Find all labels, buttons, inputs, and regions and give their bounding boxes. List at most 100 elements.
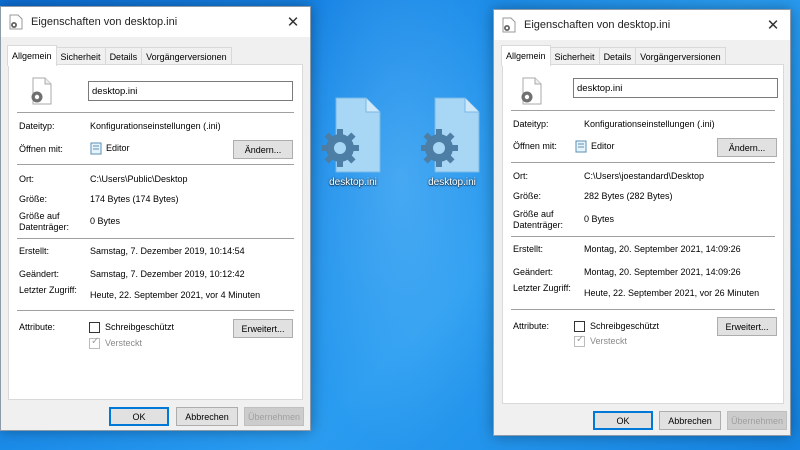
tab-bar: Allgemein Sicherheit Details Vorgängerve…: [7, 45, 232, 66]
aendern-button[interactable]: Ändern...: [233, 140, 293, 159]
properties-dialog-right: Eigenschaften von desktop.ini ✕ Allgemei…: [493, 9, 791, 436]
tab-allgemein[interactable]: Allgemein: [501, 45, 551, 66]
geaendert-label: Geändert:: [19, 269, 60, 279]
geaendert-label: Geändert:: [513, 267, 554, 277]
ok-button[interactable]: OK: [593, 411, 653, 430]
erstellt-label: Erstellt:: [513, 244, 544, 254]
row-erstellt: Erstellt: Montag, 20. September 2021, 14…: [513, 244, 741, 255]
oeffnen-label: Öffnen mit:: [19, 144, 63, 154]
ort-value: C:\Users\joestandard\Desktop: [584, 171, 705, 181]
row-geaendert: Geändert: Montag, 20. September 2021, 14…: [513, 267, 741, 278]
tab-details[interactable]: Details: [104, 47, 143, 65]
tab-vorgaengerversionen[interactable]: Vorgängerversionen: [141, 47, 232, 65]
properties-dialog-left: Eigenschaften von desktop.ini ✕ Allgemei…: [0, 6, 311, 431]
tab-details[interactable]: Details: [598, 47, 637, 65]
geaendert-value: Montag, 20. September 2021, 14:09:26: [584, 267, 741, 277]
close-icon[interactable]: ✕: [276, 7, 310, 37]
gear-file-icon: [322, 97, 381, 173]
editor-icon: [575, 140, 587, 153]
editor-icon: [90, 142, 102, 155]
row-ort: Ort: C:\Users\joestandard\Desktop: [513, 171, 704, 182]
general-tab-panel: desktop.ini Dateityp: Konfigurationseins…: [8, 64, 303, 400]
ok-button[interactable]: OK: [109, 407, 169, 426]
groesse-auf-value: 0 Bytes: [584, 214, 615, 224]
zugriff-label: Letzter Zugriff:: [19, 285, 77, 295]
oeffnen-label: Öffnen mit:: [513, 141, 557, 151]
abbrechen-button[interactable]: Abbrechen: [176, 407, 238, 426]
geaendert-value: Samstag, 7. Dezember 2019, 10:12:42: [90, 269, 245, 279]
gear-file-icon: [9, 14, 23, 30]
groesse-label: Größe:: [513, 191, 542, 201]
row-geaendert: Geändert: Samstag, 7. Dezember 2019, 10:…: [19, 269, 245, 280]
divider: [511, 162, 775, 163]
row-attribute: Attribute:: [513, 321, 575, 332]
row-ort: Ort: C:\Users\Public\Desktop: [19, 174, 188, 185]
groesse-value: 282 Bytes (282 Bytes): [584, 191, 673, 201]
dateityp-value: Konfigurationseinstellungen (.ini): [90, 121, 221, 131]
divider: [17, 112, 294, 113]
row-groesse: Größe: 282 Bytes (282 Bytes): [513, 191, 673, 202]
aendern-button[interactable]: Ändern...: [717, 138, 777, 157]
desktop-icon-label: desktop.ini: [329, 177, 377, 188]
ort-label: Ort:: [19, 174, 34, 184]
tab-sicherheit[interactable]: Sicherheit: [549, 47, 600, 65]
uebernehmen-button[interactable]: Übernehmen: [727, 411, 787, 430]
erstellt-label: Erstellt:: [19, 246, 50, 256]
desktop-icon-desktop-ini-2[interactable]: desktop.ini: [414, 96, 490, 196]
erstellt-value: Samstag, 7. Dezember 2019, 10:14:54: [90, 246, 245, 256]
general-tab-panel: desktop.ini Dateityp: Konfigurationseins…: [502, 64, 784, 404]
versteckt-label: Versteckt: [590, 336, 628, 346]
row-groesse: Größe: 174 Bytes (174 Bytes): [19, 194, 179, 205]
desktop-icon-desktop-ini-1[interactable]: desktop.ini: [315, 96, 391, 196]
dateityp-label: Dateityp:: [513, 119, 549, 129]
tab-vorgaengerversionen[interactable]: Vorgängerversionen: [635, 47, 726, 65]
row-letzter-zugriff: Letzter Zugriff: Heute, 22. September 20…: [19, 285, 260, 300]
attribute-label: Attribute:: [513, 321, 550, 331]
window-title: Eigenschaften von desktop.ini: [524, 19, 671, 31]
gear-file-icon: [521, 77, 542, 105]
title-bar[interactable]: Eigenschaften von desktop.ini ✕: [1, 7, 310, 37]
zugriff-value: Heute, 22. September 2021, vor 26 Minute…: [584, 288, 760, 298]
uebernehmen-button[interactable]: Übernehmen: [244, 407, 304, 426]
schreibgeschuetzt-checkbox[interactable]: [89, 322, 100, 333]
desktop-background: [280, 0, 520, 450]
versteckt-checkbox[interactable]: ✓: [574, 334, 585, 347]
row-groesse-auf-datentraeger: Größe auf Datenträger: 0 Bytes: [19, 211, 120, 233]
oeffnen-value: Editor: [106, 143, 130, 153]
groesse-auf-value: 0 Bytes: [90, 216, 121, 226]
groesse-value: 174 Bytes (174 Bytes): [90, 194, 179, 204]
desktop-icon-label: desktop.ini: [428, 177, 476, 188]
filename-input[interactable]: desktop.ini: [573, 78, 778, 98]
erstellt-value: Montag, 20. September 2021, 14:09:26: [584, 244, 741, 254]
close-icon[interactable]: ✕: [756, 10, 790, 40]
schreibgeschuetzt-checkbox[interactable]: [574, 321, 585, 332]
divider: [511, 110, 775, 111]
row-erstellt: Erstellt: Samstag, 7. Dezember 2019, 10:…: [19, 246, 245, 257]
row-dateityp: Dateityp: Konfigurationseinstellungen (.…: [513, 119, 715, 130]
schreibgeschuetzt-label: Schreibgeschützt: [590, 321, 660, 331]
versteckt-checkbox[interactable]: ✓: [89, 336, 100, 349]
abbrechen-button[interactable]: Abbrechen: [659, 411, 721, 430]
row-dateityp: Dateityp: Konfigurationseinstellungen (.…: [19, 121, 221, 132]
filename-input[interactable]: desktop.ini: [88, 81, 293, 101]
groesse-label: Größe:: [19, 194, 48, 204]
row-groesse-auf-datentraeger: Größe auf Datenträger: 0 Bytes: [513, 209, 614, 231]
ort-label: Ort:: [513, 171, 528, 181]
gear-file-icon: [421, 97, 480, 173]
title-bar[interactable]: Eigenschaften von desktop.ini ✕: [494, 10, 790, 40]
erweitert-button[interactable]: Erweitert...: [717, 317, 777, 336]
ort-value: C:\Users\Public\Desktop: [90, 174, 188, 184]
dateityp-label: Dateityp:: [19, 121, 55, 131]
tab-allgemein[interactable]: Allgemein: [7, 45, 57, 66]
window-title: Eigenschaften von desktop.ini: [31, 16, 178, 28]
row-oeffnen: Öffnen mit:: [513, 141, 575, 152]
row-letzter-zugriff: Letzter Zugriff: Heute, 22. September 20…: [513, 283, 759, 298]
tab-sicherheit[interactable]: Sicherheit: [55, 47, 106, 65]
groesse-auf-label: Größe auf Datenträger:: [513, 209, 564, 230]
versteckt-label: Versteckt: [105, 338, 143, 348]
erweitert-button[interactable]: Erweitert...: [233, 319, 293, 338]
gear-file-icon: [502, 17, 516, 33]
divider: [511, 309, 775, 310]
dateityp-value: Konfigurationseinstellungen (.ini): [584, 119, 715, 129]
tab-bar: Allgemein Sicherheit Details Vorgängerve…: [501, 45, 726, 66]
